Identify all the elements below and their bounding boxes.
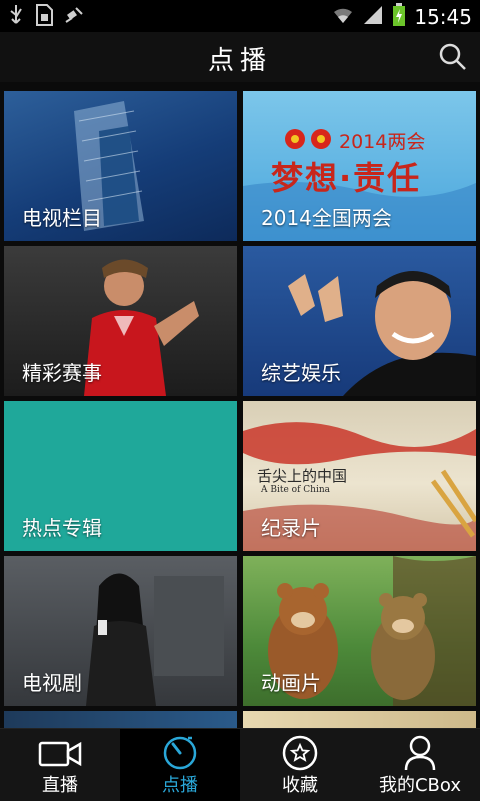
app-bar: 点播 xyxy=(0,32,480,83)
tile-label: 综艺娱乐 xyxy=(261,361,341,385)
tab-my-cbox[interactable]: 我的CBox xyxy=(360,729,480,801)
play-dial-icon xyxy=(163,736,197,770)
tile-sports[interactable]: 精彩赛事 xyxy=(4,246,237,396)
video-camera-icon xyxy=(38,741,82,767)
tile-tv-programs[interactable]: 电视栏目 xyxy=(4,91,237,241)
documentary-title-en: A Bite of China xyxy=(261,485,330,495)
satellite-icon xyxy=(64,4,86,30)
tile-label: 电视栏目 xyxy=(22,206,102,230)
status-system-icons: 15:45 xyxy=(332,3,472,31)
tab-label: 收藏 xyxy=(282,775,318,796)
banner-slogan-text: 梦想·责任 xyxy=(271,159,422,197)
bottom-tab-bar: 直播 点播 收藏 我的CBox xyxy=(0,728,480,801)
wifi-icon xyxy=(332,5,354,29)
documentary-title-cn: 舌尖上的中国 xyxy=(257,467,348,485)
tile-partial-right[interactable] xyxy=(243,711,476,728)
search-icon xyxy=(439,43,466,70)
star-icon xyxy=(282,735,318,771)
tile-label: 精彩赛事 xyxy=(22,361,102,385)
banner-year-text: 2014两会 xyxy=(339,131,426,153)
tab-favorites[interactable]: 收藏 xyxy=(240,729,360,801)
tile-animation[interactable]: 动画片 xyxy=(243,556,476,706)
signal-strength-icon xyxy=(362,4,384,30)
tile-variety[interactable]: 综艺娱乐 xyxy=(243,246,476,396)
battery-charging-icon xyxy=(392,3,406,31)
usb-icon xyxy=(8,4,24,30)
tab-label: 我的CBox xyxy=(378,775,462,796)
status-notification-icons xyxy=(8,4,86,30)
page-title: 点播 xyxy=(207,46,272,76)
search-button[interactable] xyxy=(438,42,468,72)
tab-live[interactable]: 直播 xyxy=(0,729,120,801)
tile-tv-drama[interactable]: 电视剧 xyxy=(4,556,237,706)
tile-label: 纪录片 xyxy=(261,516,321,540)
tab-label: 点播 xyxy=(162,775,198,796)
tile-partial-left[interactable] xyxy=(4,711,237,728)
tab-label: 直播 xyxy=(42,775,78,796)
tile-two-sessions[interactable]: 2014两会 梦想·责任 2014全国两会 xyxy=(243,91,476,241)
tile-label: 电视剧 xyxy=(22,671,82,695)
category-grid: 电视栏目 2014两会 梦想·责任 2014全国两会 精彩赛事 综艺娱乐 热点专… xyxy=(0,82,480,728)
status-bar: 15:45 xyxy=(0,0,480,32)
tile-hot-topics[interactable]: 热点专辑 xyxy=(4,401,237,551)
tile-label: 热点专辑 xyxy=(22,516,102,540)
person-icon xyxy=(404,735,436,771)
sim-card-icon xyxy=(34,4,54,30)
tile-label: 2014全国两会 xyxy=(261,206,392,230)
tile-documentary[interactable]: 舌尖上的中国 A Bite of China 纪录片 xyxy=(243,401,476,551)
tab-on-demand[interactable]: 点播 xyxy=(120,729,240,801)
status-time: 15:45 xyxy=(414,5,472,29)
tile-label: 动画片 xyxy=(261,671,321,695)
